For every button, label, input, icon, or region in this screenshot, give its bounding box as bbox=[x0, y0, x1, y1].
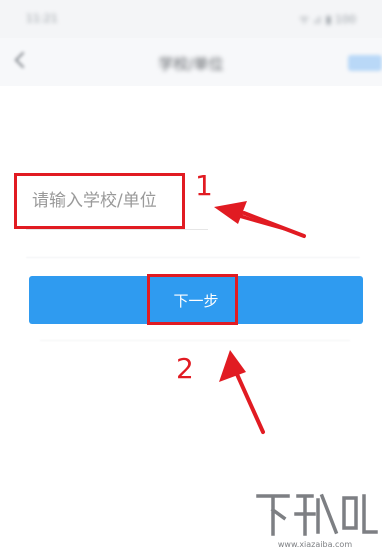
next-step-button[interactable]: 下一步 bbox=[29, 276, 363, 324]
status-bar: 11:21 ᯤ ⊿ ▮ 100 bbox=[0, 0, 382, 38]
status-icons: ᯤ ⊿ ▮ 100 bbox=[299, 13, 356, 26]
next-step-label: 下一步 bbox=[173, 291, 219, 310]
divider-line bbox=[26, 257, 360, 258]
annotation-number-1: 1 bbox=[195, 169, 213, 202]
annotation-number-2: 2 bbox=[176, 352, 194, 385]
annotation-arrow-2-icon bbox=[219, 350, 265, 434]
status-time: 11:21 bbox=[26, 12, 58, 25]
input-underline bbox=[26, 229, 208, 230]
nav-action-button[interactable] bbox=[348, 55, 382, 71]
school-input[interactable] bbox=[24, 176, 360, 226]
divider-line-2 bbox=[40, 340, 350, 341]
watermark-logo: www.xiazaiba.com bbox=[254, 491, 378, 549]
nav-title: 学校/单位 bbox=[158, 55, 224, 73]
watermark-url: www.xiazaiba.com bbox=[278, 540, 352, 549]
